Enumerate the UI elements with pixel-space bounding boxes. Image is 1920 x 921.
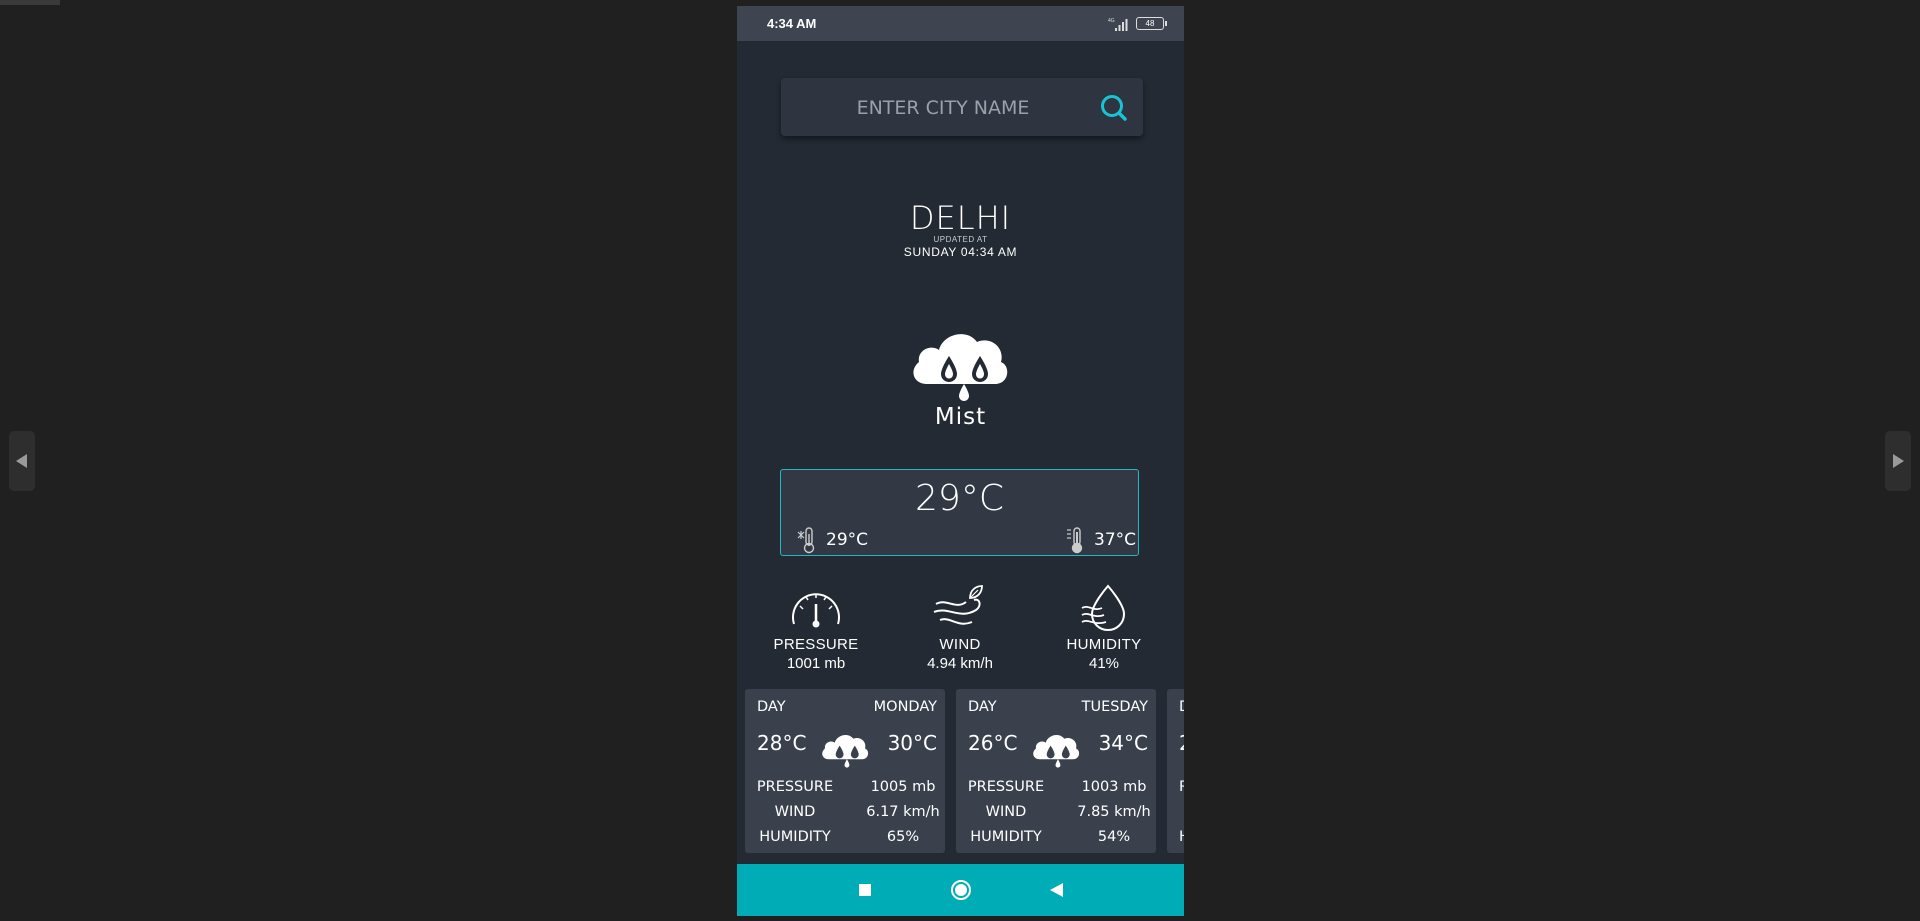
forecast-card[interactable]: DAY MONDAY 28°C 30°C PRESSURE 1005 mb WI… <box>745 689 945 853</box>
min-temperature: 26°C <box>968 731 1018 755</box>
wind-label: WIND <box>939 636 981 653</box>
max-temperature: 30°C <box>887 731 937 755</box>
humidity-label: HUMIDITY <box>1066 636 1142 653</box>
day-label: DAY <box>968 699 997 715</box>
wind-icon <box>933 585 983 625</box>
status-time: 4:34 AM <box>767 16 817 31</box>
status-bar: 4:34 AM 4G 48 <box>737 6 1184 41</box>
thermometer-cold-icon <box>797 527 815 554</box>
status-icons: 4G 48 <box>1108 17 1167 31</box>
day-label: D <box>1179 699 1184 715</box>
battery-icon: 48 <box>1136 17 1167 30</box>
home-button[interactable] <box>949 878 973 902</box>
pressure-label: PRESSURE <box>756 779 834 795</box>
wind-label: WIND <box>985 804 1027 820</box>
rain-cloud-icon <box>1033 734 1080 768</box>
humidity-label: HUMIDITY <box>759 829 831 845</box>
back-button[interactable] <box>1045 878 1069 902</box>
humidity-value: 65% <box>886 829 920 845</box>
search-icon <box>1101 95 1127 121</box>
triangle-right-icon <box>1893 454 1904 468</box>
max-temperature: 37°C <box>1065 526 1136 554</box>
humidity-value: 41% <box>1088 655 1120 672</box>
weather-condition: Mist <box>934 404 987 430</box>
phone-screen: 4:34 AM 4G 48 DELHI UPDATED AT SUNDAY 04… <box>737 6 1184 916</box>
min-temperature-value: 29°C <box>826 530 869 550</box>
recents-button[interactable] <box>853 878 877 902</box>
search-box <box>781 78 1143 138</box>
back-triangle-icon <box>1049 883 1063 897</box>
viewer-top-strip <box>0 0 60 5</box>
humidity-drop-icon <box>1081 584 1126 632</box>
max-temperature-value: 37°C <box>1094 530 1137 550</box>
forecast-card[interactable]: D 2 P H <box>1167 689 1184 853</box>
max-temperature: 34°C <box>1098 731 1148 755</box>
min-temperature: 2 <box>1179 731 1184 755</box>
wind-value: 4.94 km/h <box>927 655 993 672</box>
humidity-value: 54% <box>1097 829 1131 845</box>
pressure-label: P <box>1179 779 1184 795</box>
humidity-stat: HUMIDITY 41% <box>1044 584 1164 672</box>
battery-level: 48 <box>1145 19 1155 28</box>
square-icon <box>858 884 871 896</box>
wind-stat: WIND 4.94 km/h <box>900 584 1020 672</box>
thermometer-hot-icon <box>1067 527 1083 554</box>
min-temperature: 28°C <box>757 731 807 755</box>
circle-icon <box>950 880 971 900</box>
updated-at-label: UPDATED AT <box>933 235 988 244</box>
humidity-label: H <box>1179 829 1184 845</box>
navigation-bar <box>737 864 1184 916</box>
city-name: DELHI <box>909 199 1012 237</box>
wind-value: 7.85 km/h <box>1077 804 1151 820</box>
pressure-label: PRESSURE <box>967 779 1045 795</box>
updated-at-time: SUNDAY 04:34 AM <box>903 245 1018 259</box>
rain-cloud-icon <box>913 334 1008 401</box>
temperature-panel: 29°C 29°C 37°C <box>780 469 1139 556</box>
min-temperature: 29°C <box>797 526 868 554</box>
day-label: DAY <box>757 699 786 715</box>
previous-button[interactable] <box>9 431 35 491</box>
next-button[interactable] <box>1885 431 1911 491</box>
day-name: TUESDAY <box>1081 699 1148 715</box>
wind-value: 6.17 km/h <box>866 804 940 820</box>
forecast-carousel[interactable]: DAY MONDAY 28°C 30°C PRESSURE 1005 mb WI… <box>745 689 1184 855</box>
pressure-value: 1003 mb <box>1081 779 1147 795</box>
city-search-input[interactable] <box>781 78 1105 138</box>
pressure-stat: PRESSURE 1001 mb <box>756 584 876 672</box>
pressure-gauge-icon <box>792 593 840 628</box>
pressure-label: PRESSURE <box>773 636 859 653</box>
network-type: 4G <box>1108 18 1115 24</box>
pressure-value: 1005 mb <box>870 779 936 795</box>
pressure-value: 1001 mb <box>786 655 846 672</box>
signal-icon: 4G <box>1108 18 1128 31</box>
search-button[interactable] <box>1099 93 1129 123</box>
rain-cloud-icon <box>822 734 869 768</box>
humidity-label: HUMIDITY <box>970 829 1042 845</box>
day-name: MONDAY <box>873 699 937 715</box>
wind-label: WIND <box>774 804 816 820</box>
forecast-card[interactable]: DAY TUESDAY 26°C 34°C PRESSURE 1003 mb W… <box>956 689 1156 853</box>
triangle-left-icon <box>16 454 27 468</box>
current-temperature: 29°C <box>915 478 1004 519</box>
